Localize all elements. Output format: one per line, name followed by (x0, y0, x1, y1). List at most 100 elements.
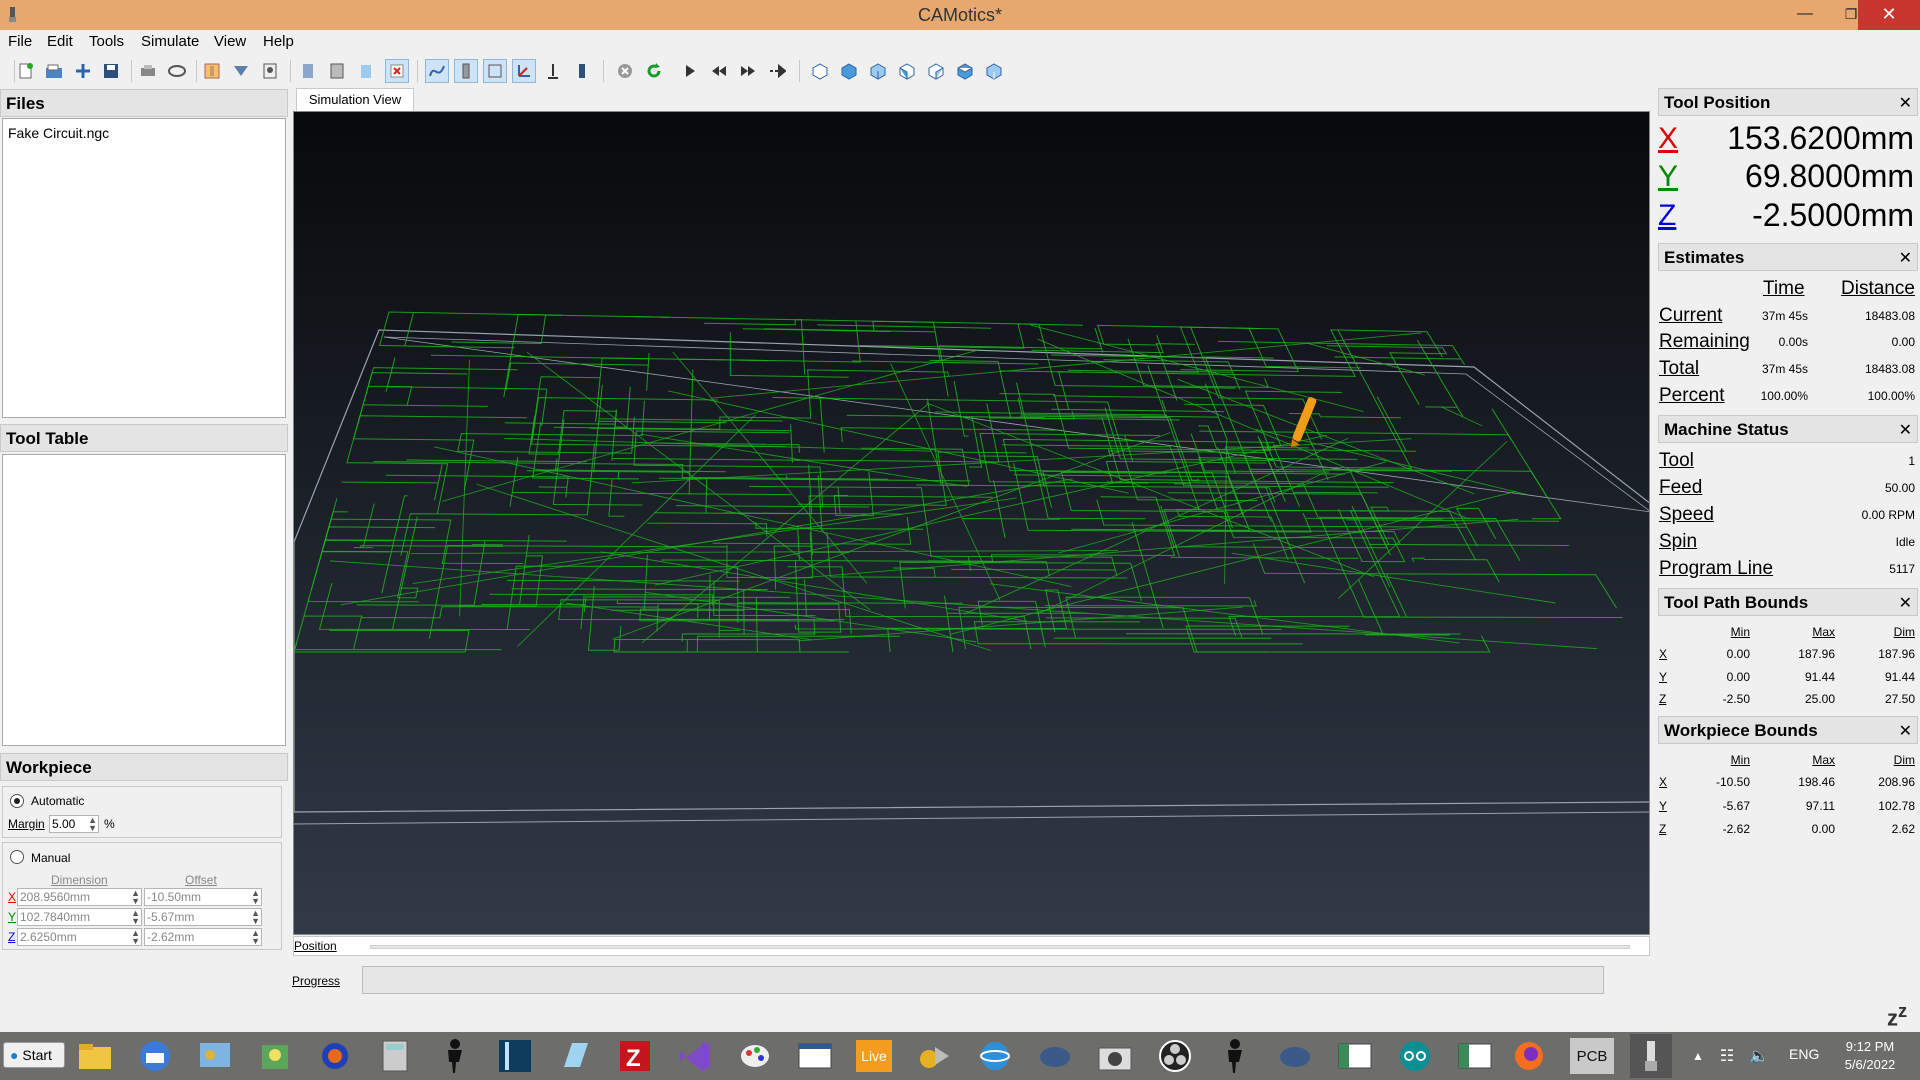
network-icon[interactable]: ☷ (1714, 1037, 1740, 1075)
paint-icon[interactable] (736, 1037, 774, 1075)
view-right-icon[interactable] (982, 59, 1006, 83)
filezilla-icon[interactable]: Z (616, 1037, 654, 1075)
thunderbird-icon[interactable] (136, 1037, 174, 1075)
z-position-value: -2.5000mm (1752, 197, 1914, 233)
arduino-icon[interactable] (1396, 1037, 1434, 1075)
step-forward-icon[interactable] (765, 59, 789, 83)
view-front-icon[interactable] (895, 59, 919, 83)
file-item[interactable]: Fake Circuit.ngc (8, 125, 109, 141)
stop-icon[interactable] (613, 59, 637, 83)
play-icon[interactable] (678, 59, 702, 83)
audacity-icon[interactable] (316, 1037, 354, 1075)
mouse-icon[interactable] (1036, 1037, 1074, 1075)
obs-icon[interactable] (1156, 1037, 1194, 1075)
sleep-icon: zz (1887, 1000, 1908, 1031)
language-indicator[interactable]: ENG (1789, 1046, 1819, 1062)
offset-z-input[interactable]: -2.62mm ▲ ▼ (144, 928, 262, 946)
mouse-icon-2[interactable] (1276, 1037, 1314, 1075)
toolpath-segment (386, 474, 569, 498)
show-machine-icon[interactable] (541, 59, 565, 83)
dimension-y-input[interactable]: 102.7840mm ▲ ▼ (17, 908, 142, 926)
menu-view[interactable]: View (214, 33, 246, 50)
notepad-icon[interactable] (556, 1037, 594, 1075)
rewind-icon[interactable] (707, 59, 731, 83)
simulation-view[interactable] (293, 111, 1650, 935)
browser-icon[interactable] (976, 1037, 1014, 1075)
position-slider[interactable] (370, 945, 1630, 949)
toolpath-rapid (797, 606, 1243, 642)
show-tool-shape-icon[interactable] (454, 59, 478, 83)
toolpath-segment (346, 415, 527, 514)
volume-icon[interactable]: 🔈 (1746, 1037, 1772, 1075)
tool-table-list[interactable] (2, 454, 286, 746)
snapshot-icon[interactable] (165, 59, 189, 83)
menu-tools[interactable]: Tools (89, 33, 124, 50)
calculator-icon[interactable] (376, 1037, 414, 1075)
automatic-radio[interactable] (10, 794, 24, 808)
tray-expand-icon[interactable]: ▲ (1688, 1037, 1708, 1075)
show-workpiece-icon[interactable] (354, 59, 378, 83)
rerun-icon[interactable] (642, 59, 666, 83)
add-file-icon[interactable] (71, 59, 95, 83)
show-surface-icon[interactable] (325, 59, 349, 83)
camera-icon[interactable] (1096, 1037, 1134, 1075)
dimension-x-input[interactable]: 208.9560mm ▲ ▼ (17, 888, 142, 906)
view-back-icon[interactable] (924, 59, 948, 83)
export-icon[interactable] (136, 59, 160, 83)
toolpath-segment (1176, 506, 1390, 561)
tool-table-icon[interactable] (229, 59, 253, 83)
show-tool-icon[interactable] (296, 59, 320, 83)
control-panel-icon[interactable] (196, 1037, 234, 1075)
clock[interactable]: 9:12 PM 5/6/2022 (1830, 1038, 1910, 1074)
window-icon-3[interactable] (1456, 1037, 1494, 1075)
terminal-icon[interactable] (496, 1037, 534, 1075)
toolpath-rapid (890, 363, 1001, 601)
show-bbox-icon[interactable] (483, 59, 507, 83)
fast-forward-icon[interactable] (736, 59, 760, 83)
view-bottom-icon[interactable] (866, 59, 890, 83)
margin-input[interactable]: 5.00 ▲ ▼ (49, 815, 99, 833)
close-button[interactable]: ✕ (1858, 0, 1920, 30)
camotics-taskbar-icon[interactable] (1630, 1034, 1672, 1078)
save-icon[interactable] (99, 59, 123, 83)
view-iso-icon[interactable] (808, 59, 832, 83)
view-top-icon[interactable] (837, 59, 861, 83)
close-icon[interactable]: ✕ (1899, 248, 1912, 268)
media-icon[interactable] (916, 1037, 954, 1075)
minimize-button[interactable]: — (1782, 0, 1828, 30)
figure-icon-2[interactable] (1216, 1037, 1254, 1075)
new-file-icon[interactable] (14, 59, 38, 83)
menu-simulate[interactable]: Simulate (141, 33, 199, 50)
offset-y-input[interactable]: -5.67mm ▲ ▼ (144, 908, 262, 926)
close-icon[interactable]: ✕ (1899, 721, 1912, 741)
firefox-icon[interactable] (1510, 1037, 1548, 1075)
visual-studio-icon[interactable] (676, 1037, 714, 1075)
image-editor-icon[interactable] (256, 1037, 294, 1075)
window-icon-2[interactable] (1336, 1037, 1374, 1075)
figure-icon[interactable] (436, 1037, 474, 1075)
manual-radio[interactable] (10, 850, 24, 864)
window-title: CAMotics* (917, 5, 1002, 25)
open-file-icon[interactable] (42, 59, 66, 83)
menu-help[interactable]: Help (263, 33, 294, 50)
show-tool-icon-2[interactable] (570, 59, 594, 83)
live-icon[interactable]: Live (856, 1040, 892, 1072)
tool-add-icon[interactable] (200, 59, 224, 83)
view-left-icon[interactable] (953, 59, 977, 83)
window-icon[interactable] (796, 1037, 834, 1075)
menu-edit[interactable]: Edit (47, 33, 73, 50)
show-axes-icon[interactable] (512, 59, 536, 83)
file-explorer-icon[interactable] (76, 1037, 114, 1075)
show-path-icon[interactable] (425, 59, 449, 83)
tab-simulation-view[interactable]: Simulation View (296, 88, 414, 112)
hide-icon[interactable] (385, 59, 409, 83)
dimension-z-input[interactable]: 2.6250mm ▲ ▼ (17, 928, 142, 946)
menu-file[interactable]: File (8, 33, 32, 50)
start-button[interactable]: ● Start (3, 1042, 65, 1068)
close-icon[interactable]: ✕ (1899, 93, 1912, 113)
user-icon[interactable] (258, 59, 282, 83)
close-icon[interactable]: ✕ (1899, 420, 1912, 440)
offset-x-input[interactable]: -10.50mm ▲ ▼ (144, 888, 262, 906)
close-icon[interactable]: ✕ (1899, 593, 1912, 613)
pcb-app-icon[interactable]: PCB (1570, 1038, 1614, 1074)
